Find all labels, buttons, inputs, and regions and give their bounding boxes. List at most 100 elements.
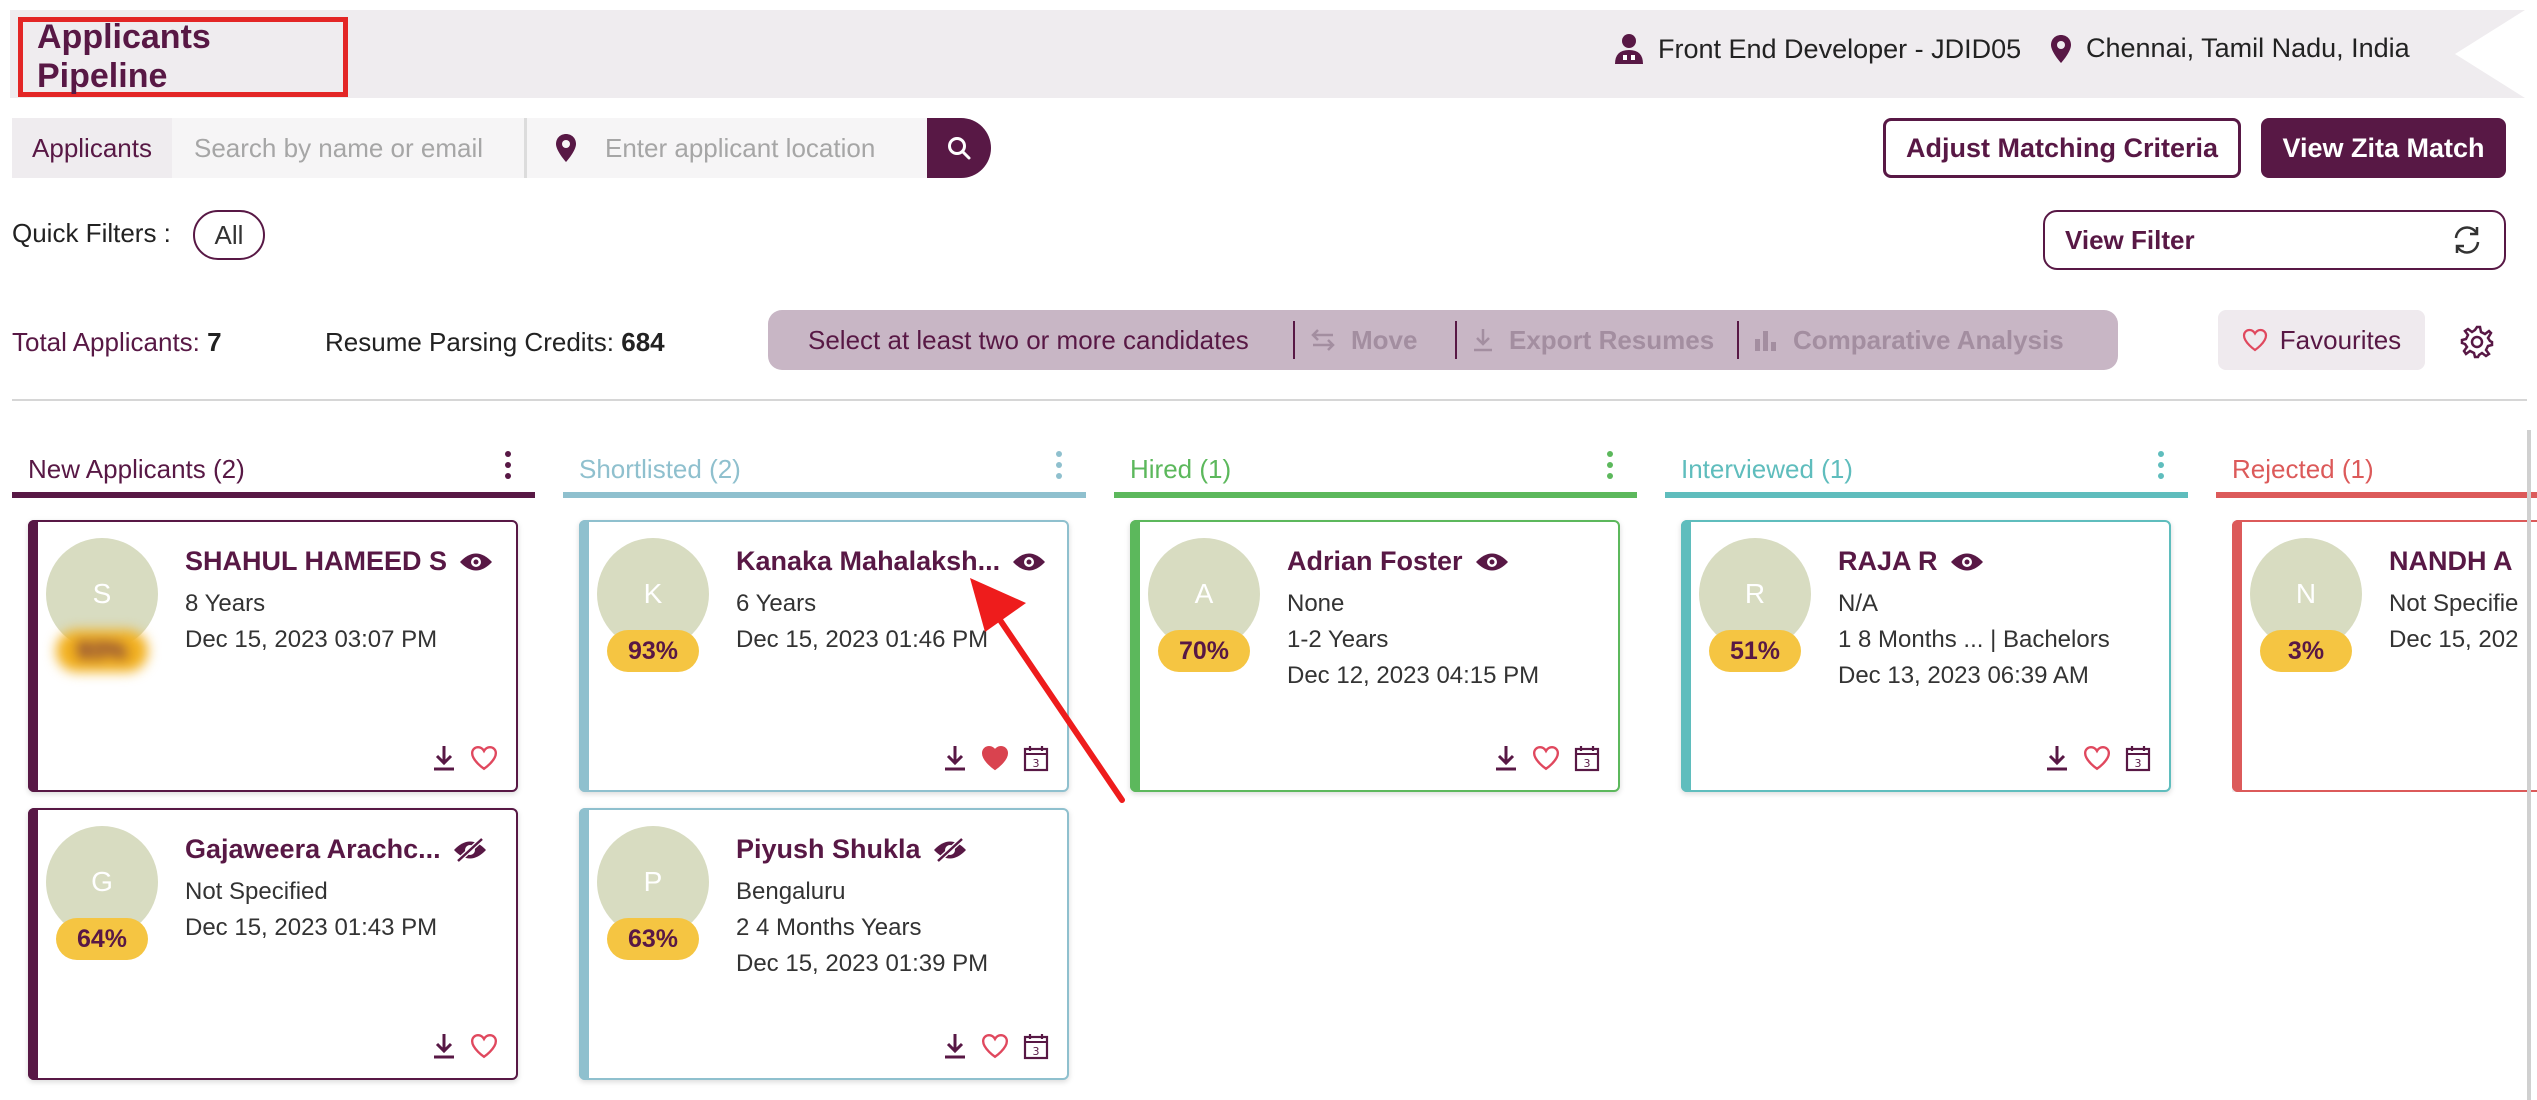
applicants-tab[interactable]: Applicants [12, 118, 172, 178]
card-accent [579, 808, 589, 1080]
eye-icon[interactable] [459, 551, 493, 573]
bar-chart-icon [1755, 331, 1776, 351]
comparative-analysis-button[interactable]: Comparative Analysis [1739, 325, 2078, 356]
candidate-name[interactable]: SHAHUL HAMEED S [185, 546, 493, 577]
match-score-badge: 93% [56, 630, 148, 672]
eye-off-icon[interactable] [933, 836, 967, 863]
view-filter-button[interactable]: View Filter [2043, 210, 2506, 270]
heart-filled-icon[interactable] [981, 745, 1009, 771]
candidate-applied-date: Dec 15, 202 [2389, 626, 2519, 653]
eye-icon[interactable] [1012, 551, 1046, 573]
download-icon[interactable] [432, 744, 456, 772]
candidate-name[interactable]: NANDH A [2389, 546, 2513, 577]
more-vertical-icon[interactable] [505, 450, 511, 480]
total-applicants-label: Total Applicants: [12, 327, 200, 357]
settings-gear-icon[interactable] [2459, 324, 2495, 360]
column-underline [12, 492, 535, 498]
search-button[interactable] [927, 118, 991, 178]
candidate-name-text: NANDH A [2389, 546, 2513, 576]
applicant-card[interactable]: S 93% SHAHUL HAMEED S 8 Years Dec 15, 20… [28, 520, 518, 792]
total-applicants: Total Applicants: 7 [12, 327, 222, 358]
calendar-icon[interactable]: 3 [1574, 744, 1600, 772]
heart-outline-icon[interactable] [981, 1033, 1009, 1059]
candidate-name[interactable]: Piyush Shukla [736, 834, 967, 865]
column-title: Interviewed (1) [1681, 453, 1853, 484]
eye-off-icon[interactable] [453, 836, 487, 863]
svg-text:3: 3 [2135, 757, 2142, 770]
map-pin-icon [2051, 34, 2071, 63]
applicant-card[interactable]: A 70% Adrian Foster None 1-2 Years Dec 1… [1130, 520, 1620, 792]
search-input[interactable]: Search by name or email [172, 118, 527, 178]
applicant-card[interactable]: N 3% NANDH A Not Specifie Dec 15, 202 [2232, 520, 2537, 792]
download-icon[interactable] [943, 1032, 967, 1060]
quick-filters-label: Quick Filters : [12, 218, 171, 248]
match-score-badge: 70% [1158, 630, 1250, 672]
candidate-name[interactable]: RAJA R [1838, 546, 1984, 577]
view-zita-match-button[interactable]: View Zita Match [2261, 118, 2506, 178]
page-title: Applicants Pipeline [18, 17, 348, 97]
download-icon [1474, 329, 1492, 352]
resume-parsing-credits: Resume Parsing Credits: 684 [325, 327, 665, 358]
calendar-icon[interactable]: 3 [1023, 744, 1049, 772]
candidate-name[interactable]: Kanaka Mahalaksh... [736, 546, 1046, 577]
heart-outline-icon[interactable] [2083, 745, 2111, 771]
column-header-hired: Hired (1) [1114, 440, 1637, 498]
calendar-icon[interactable]: 3 [1023, 1032, 1049, 1060]
card-accent [1681, 520, 1691, 792]
download-icon[interactable] [1494, 744, 1518, 772]
applicant-card[interactable]: P 63% Piyush Shukla Bengaluru 2 4 Months… [579, 808, 1069, 1080]
candidate-location: Bengaluru [736, 878, 846, 905]
candidate-name-text: Piyush Shukla [736, 834, 921, 864]
eye-icon[interactable] [1475, 551, 1509, 573]
column-title: Hired (1) [1130, 453, 1232, 484]
export-resumes-button[interactable]: Export Resumes [1457, 325, 1737, 356]
candidate-location: None [1287, 590, 1345, 617]
more-vertical-icon[interactable] [2158, 450, 2164, 480]
candidate-name[interactable]: Gajaweera Arachc... [185, 834, 487, 865]
credits-value: 684 [621, 327, 665, 357]
download-icon[interactable] [2045, 744, 2069, 772]
card-actions: 3 [2045, 744, 2151, 772]
job-location-text: Chennai, Tamil Nadu, India [2086, 33, 2410, 63]
column-header-interviewed: Interviewed (1) [1665, 440, 2188, 498]
scrollbar[interactable] [2527, 430, 2531, 1100]
candidate-applied-date: Dec 15, 2023 01:39 PM [736, 950, 989, 977]
quick-filter-all[interactable]: All [193, 210, 265, 260]
favourites-button[interactable]: Favourites [2218, 310, 2425, 370]
eye-icon[interactable] [1950, 551, 1984, 573]
applicant-card[interactable]: K 93% Kanaka Mahalaksh... 6 Years Dec 15… [579, 520, 1069, 792]
download-icon[interactable] [943, 744, 967, 772]
applicant-card[interactable]: G 64% Gajaweera Arachc... Not Specified … [28, 808, 518, 1080]
candidate-experience: 1 8 Months ... | Bachelors [1838, 626, 2110, 653]
candidate-experience: Not Specifie [2389, 590, 2519, 617]
card-actions: 3 [943, 744, 1049, 772]
location-input[interactable]: Enter applicant location [527, 118, 927, 178]
calendar-icon[interactable]: 3 [2125, 744, 2151, 772]
move-button[interactable]: Move [1295, 325, 1455, 356]
card-actions [432, 744, 498, 772]
favourites-label: Favourites [2279, 324, 2402, 355]
candidate-location: Not Specified [185, 878, 328, 905]
job-location: Chennai, Tamil Nadu, India [2050, 33, 2410, 64]
heart-outline-icon[interactable] [470, 1033, 498, 1059]
more-vertical-icon[interactable] [1607, 450, 1613, 480]
candidate-name-text: SHAHUL HAMEED S [185, 546, 448, 576]
candidate-experience: 2 4 Months Years [736, 914, 922, 941]
heart-outline-icon[interactable] [1532, 745, 1560, 771]
match-score-badge: 93% [607, 630, 699, 672]
column-underline [2216, 492, 2537, 498]
column-header-new: New Applicants (2) [12, 440, 535, 498]
column-underline [563, 492, 1086, 498]
download-icon[interactable] [432, 1032, 456, 1060]
candidate-name[interactable]: Adrian Foster [1287, 546, 1509, 577]
refresh-icon[interactable] [2450, 223, 2484, 257]
more-vertical-icon[interactable] [1056, 450, 1062, 480]
match-score-badge: 51% [1709, 630, 1801, 672]
rejected-card-viewport: N 3% NANDH A Not Specifie Dec 15, 202 [2232, 520, 2537, 792]
applicant-card[interactable]: R 51% RAJA R N/A 1 8 Months ... | Bachel… [1681, 520, 2171, 792]
heart-outline-icon[interactable] [470, 745, 498, 771]
column-underline [1114, 492, 1637, 498]
search-bar: Applicants Search by name or email Enter… [12, 118, 991, 178]
adjust-matching-criteria-button[interactable]: Adjust Matching Criteria [1883, 118, 2241, 178]
job-title: Front End Developer - JDID05 [1658, 33, 2022, 64]
